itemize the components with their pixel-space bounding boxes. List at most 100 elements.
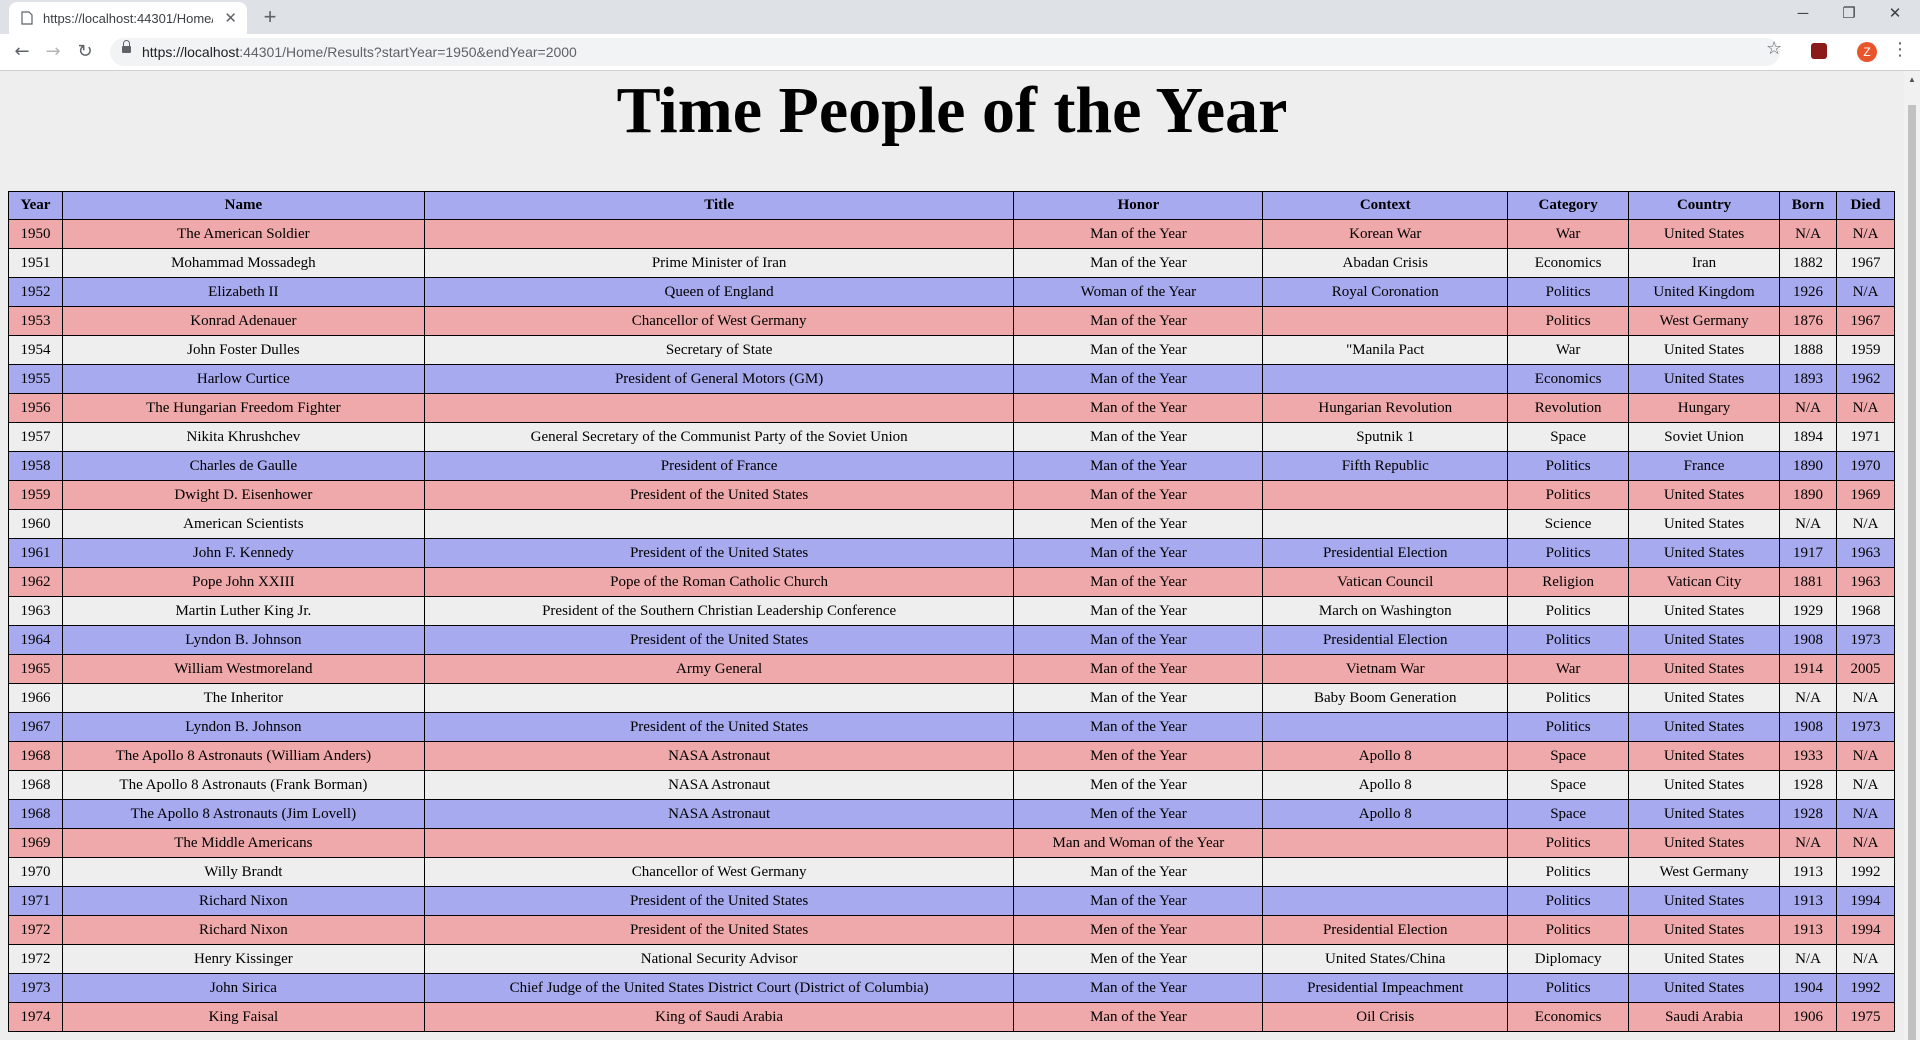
cell-honor: Men of the Year: [1013, 741, 1264, 771]
cell-year: 1957: [8, 422, 63, 452]
column-header-name: Name: [61, 191, 425, 220]
cell-honor: Man of the Year: [1013, 596, 1264, 626]
cell-born: 1913: [1779, 886, 1837, 916]
url-text[interactable]: https://localhost:44301/Home/Results?sta…: [142, 44, 577, 60]
cell-year: 1974: [8, 1002, 63, 1032]
column-header-context: Context: [1262, 191, 1509, 220]
close-tab-icon[interactable]: ✕: [224, 9, 237, 27]
cell-honor: Men of the Year: [1013, 944, 1264, 974]
table-row: 1964 Lyndon B. Johnson President of the Un…: [8, 625, 1896, 655]
cell-name: John Sirica: [61, 973, 425, 1003]
cell-name: King Faisal: [61, 1002, 425, 1032]
results-table: Year Name Title Honor Context Category Country…: [8, 191, 1896, 1032]
profile-avatar[interactable]: Z: [1857, 42, 1877, 62]
table-row: 1957 Nikita Khrushchev General Secretary o…: [8, 422, 1896, 452]
cell-honor: Man of the Year: [1013, 567, 1264, 597]
cell-year: 1950: [8, 219, 63, 249]
cell-name: Lyndon B. Johnson: [61, 712, 425, 742]
cell-died: 1992: [1835, 857, 1896, 887]
cell-category: Politics: [1507, 857, 1630, 887]
cell-category: Religion: [1507, 567, 1630, 597]
table-row: 1950 The American Soldier Man of the Year K…: [8, 219, 1896, 249]
new-tab-button[interactable]: +: [258, 5, 282, 29]
cell-name: The Apollo 8 Astronauts (Frank Borman): [61, 770, 425, 800]
cell-country: United States: [1628, 538, 1780, 568]
kebab-menu-icon[interactable]: ⋮: [1891, 39, 1909, 60]
cell-born: 1908: [1779, 625, 1837, 655]
table-row: 1953 Konrad Adenauer Chancellor of West Ge…: [8, 306, 1896, 336]
table-row: 1958 Charles de Gaulle President of France…: [8, 451, 1896, 481]
cell-honor: Man of the Year: [1013, 364, 1264, 394]
cell-died: 1962: [1835, 364, 1896, 394]
url-host: https://localhost: [142, 44, 240, 60]
forward-button[interactable]: →: [41, 40, 65, 64]
cell-name: Martin Luther King Jr.: [61, 596, 425, 626]
cell-context: Presidential Election: [1262, 625, 1509, 655]
cell-title: Prime Minister of Iran: [423, 248, 1015, 278]
cell-name: Nikita Khrushchev: [61, 422, 425, 452]
cell-context: Apollo 8: [1262, 741, 1509, 771]
cell-year: 1968: [8, 799, 63, 829]
cell-honor: Man and Woman of the Year: [1013, 828, 1264, 858]
cell-country: West Germany: [1628, 857, 1780, 887]
cell-honor: Man of the Year: [1013, 451, 1264, 481]
table-row: 1969 The Middle Americans Man and Woman of…: [8, 828, 1896, 858]
table-row: 1955 Harlow Curtice President of General M…: [8, 364, 1896, 394]
cell-name: The Hungarian Freedom Fighter: [61, 393, 425, 423]
cell-category: War: [1507, 335, 1630, 365]
vertical-scrollbar[interactable]: ▲: [1904, 71, 1920, 1040]
extension-shield-icon[interactable]: [1811, 43, 1827, 59]
cell-category: Politics: [1507, 828, 1630, 858]
cell-context: Apollo 8: [1262, 799, 1509, 829]
cell-country: Iran: [1628, 248, 1780, 278]
cell-name: The Middle Americans: [61, 828, 425, 858]
cell-context: [1262, 480, 1509, 510]
cell-title: [423, 219, 1015, 249]
cell-title: President of the Southern Christian Lead…: [423, 596, 1015, 626]
cell-category: Economics: [1507, 1002, 1630, 1032]
cell-category: Politics: [1507, 451, 1630, 481]
table-row: 1970 Willy Brandt Chancellor of West Germa…: [8, 857, 1896, 887]
cell-name: Mohammad Mossadegh: [61, 248, 425, 278]
cell-honor: Men of the Year: [1013, 799, 1264, 829]
cell-context: Oil Crisis: [1262, 1002, 1509, 1032]
bookmark-star-icon[interactable]: ☆: [1766, 38, 1782, 59]
back-button[interactable]: ←: [10, 40, 34, 64]
cell-name: John Foster Dulles: [61, 335, 425, 365]
cell-context: Vietnam War: [1262, 654, 1509, 684]
table-row: 1956 The Hungarian Freedom Fighter Man of …: [8, 393, 1896, 423]
close-window-button[interactable]: ✕: [1872, 0, 1918, 30]
cell-died: 1963: [1835, 538, 1896, 568]
cell-context: United States/China: [1262, 944, 1509, 974]
page-viewport: Time People of the Year Year Name Title Hon…: [0, 71, 1904, 1040]
cell-died: N/A: [1835, 683, 1896, 713]
cell-country: United States: [1628, 509, 1780, 539]
restore-button[interactable]: ❐: [1826, 0, 1872, 30]
cell-year: 1966: [8, 683, 63, 713]
cell-born: 1906: [1779, 1002, 1837, 1032]
page-title: Time People of the Year: [616, 74, 1288, 147]
cell-year: 1955: [8, 364, 63, 394]
cell-year: 1973: [8, 973, 63, 1003]
minimize-button[interactable]: ─: [1780, 0, 1826, 30]
cell-honor: Man of the Year: [1013, 538, 1264, 568]
cell-died: 1967: [1835, 248, 1896, 278]
cell-title: President of the United States: [423, 480, 1015, 510]
table-row: 1973 John Sirica Chief Judge of the United…: [8, 973, 1896, 1003]
address-bar[interactable]: https://localhost:44301/Home/Results?sta…: [110, 38, 1780, 66]
cell-name: Richard Nixon: [61, 886, 425, 916]
cell-year: 1968: [8, 770, 63, 800]
browser-tab[interactable]: https://localhost:44301/Home/Re ✕: [9, 2, 247, 34]
browser-toolbar: ← → ↻ https://localhost:44301/Home/Resul…: [0, 34, 1920, 71]
cell-category: Economics: [1507, 364, 1630, 394]
table-row: 1967 Lyndon B. Johnson President of the Un…: [8, 712, 1896, 742]
cell-died: N/A: [1835, 741, 1896, 771]
column-header-country: Country: [1628, 191, 1780, 220]
table-row: 1972 Richard Nixon President of the United…: [8, 915, 1896, 945]
reload-button[interactable]: ↻: [73, 40, 97, 64]
lock-icon: [122, 40, 131, 53]
cell-died: 1973: [1835, 625, 1896, 655]
scroll-up-icon[interactable]: ▲: [1908, 75, 1916, 84]
cell-died: 2005: [1835, 654, 1896, 684]
scrollbar-thumb[interactable]: [1908, 105, 1916, 1040]
